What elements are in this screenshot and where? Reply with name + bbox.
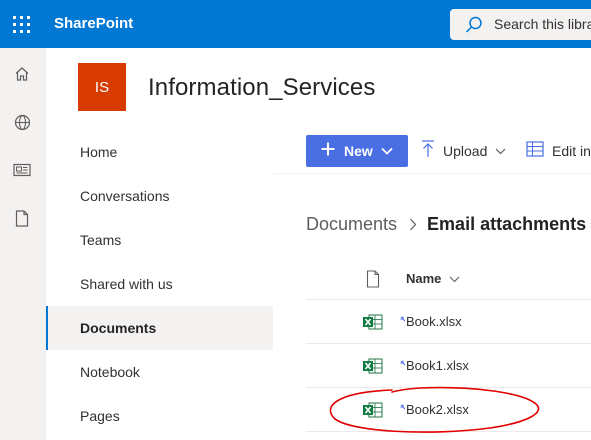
search-icon <box>464 15 484 40</box>
file-row[interactable]: Book.xlsx <box>306 300 591 344</box>
nav-item-home[interactable]: Home <box>46 130 273 174</box>
upload-button-label: Upload <box>443 143 488 159</box>
chevron-down-icon <box>495 142 506 160</box>
nav-item-notebook[interactable]: Notebook <box>46 350 273 394</box>
breadcrumb: Documents Email attachments <box>306 210 586 238</box>
suite-bar: SharePoint Search this libra <box>0 0 591 48</box>
site-title[interactable]: Information_Services <box>148 74 375 102</box>
left-navigation: Home Conversations Teams Shared with us … <box>46 130 273 440</box>
excel-icon <box>363 402 383 423</box>
app-bar <box>0 48 46 440</box>
file-row[interactable]: Book1.xlsx <box>306 344 591 388</box>
site-logo[interactable]: IS <box>78 63 126 111</box>
file-name-link[interactable]: Book1.xlsx <box>406 344 469 388</box>
plus-icon <box>320 141 336 162</box>
new-button-label: New <box>344 143 373 159</box>
app-name-link[interactable]: SharePoint <box>54 0 133 48</box>
chevron-down-icon <box>449 258 460 300</box>
search-box[interactable]: Search this libra <box>450 9 591 40</box>
nav-item-conversations[interactable]: Conversations <box>46 174 273 218</box>
excel-icon <box>363 314 383 335</box>
nav-item-shared-with-us[interactable]: Shared with us <box>46 262 273 306</box>
breadcrumb-current: Email attachments <box>427 213 587 234</box>
file-name-link[interactable]: Book2.xlsx <box>406 388 469 432</box>
breadcrumb-root-link[interactable]: Documents <box>306 214 397 235</box>
home-icon[interactable] <box>8 60 36 88</box>
nav-item-pages[interactable]: Pages <box>46 394 273 438</box>
search-placeholder: Search this libra <box>494 16 591 32</box>
file-type-icon[interactable] <box>366 270 380 293</box>
file-name-link[interactable]: Book.xlsx <box>406 300 462 344</box>
nav-item-teams[interactable]: Teams <box>46 218 273 262</box>
name-column-header[interactable]: Name <box>406 258 460 300</box>
name-column-label: Name <box>406 271 442 286</box>
waffle-icon <box>12 15 30 33</box>
edit-in-grid-view-button[interactable]: Edit in <box>526 135 591 167</box>
nav-item-documents[interactable]: Documents <box>46 306 273 350</box>
chevron-down-icon <box>381 142 393 160</box>
globe-icon[interactable] <box>8 108 36 136</box>
app-launcher-button[interactable] <box>0 0 42 48</box>
upload-button[interactable]: Upload <box>421 135 506 167</box>
list-header: Name <box>306 258 591 300</box>
upload-icon <box>421 139 435 163</box>
excel-icon <box>363 358 383 379</box>
news-icon[interactable] <box>8 156 36 184</box>
file-row[interactable]: Book2.xlsx <box>306 388 591 432</box>
new-button[interactable]: New <box>306 135 408 167</box>
file-icon[interactable] <box>8 204 36 232</box>
edit-button-label: Edit in <box>552 143 591 159</box>
grid-icon <box>526 140 544 162</box>
chevron-right-icon <box>409 218 417 231</box>
